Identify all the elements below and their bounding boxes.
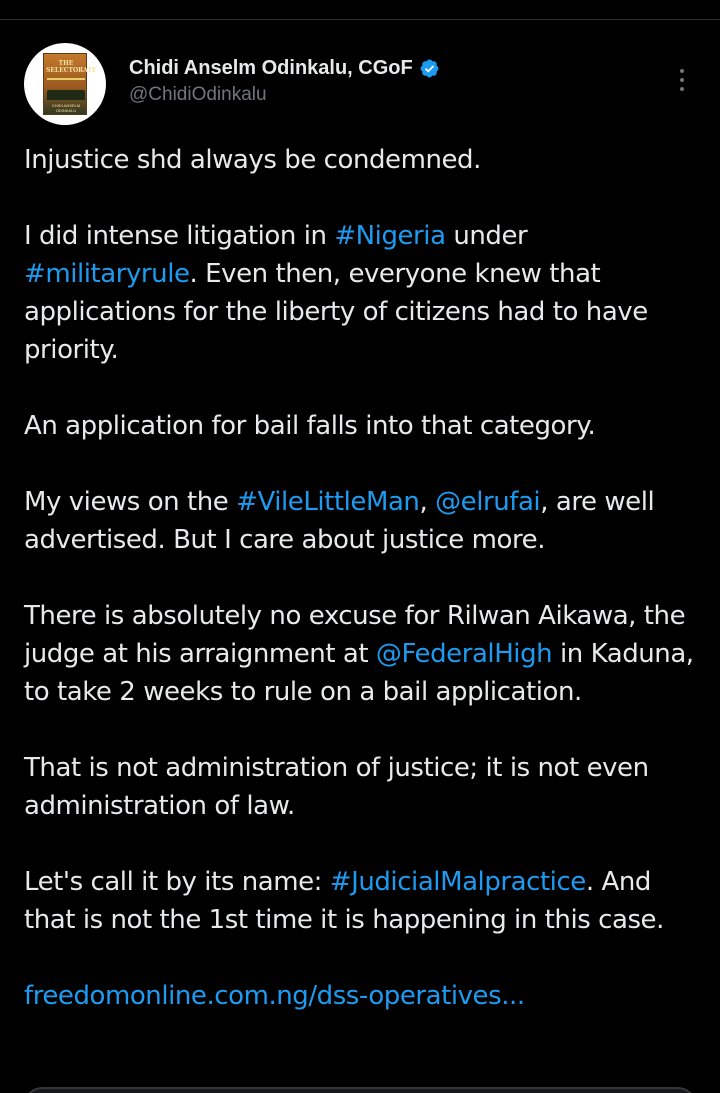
avatar-book-art [47,90,85,100]
hashtag-link[interactable]: #militaryrule [24,259,190,289]
author-names: Chidi Anselm Odinkalu, CGoF @ChidiOdinka… [129,55,440,106]
hashtag-link[interactable]: #JudicialMalpractice [330,867,587,897]
text-run: under [445,221,528,251]
text-run: Let's call it by its name: [24,867,330,897]
paragraph: Let's call it by its name: #JudicialMalp… [24,863,696,939]
handle[interactable]: @ChidiOdinkalu [129,84,440,106]
tweet-view: THE SELECTORATE CHIDI ANSELM ODINKALU Ch… [0,0,720,1093]
text-run: , [419,487,436,517]
more-dot [680,87,684,91]
paragraph: There is absolutely no excuse for Rilwan… [24,597,696,711]
more-dot [680,69,684,73]
paragraph: I did intense litigation in #Nigeria und… [24,217,696,369]
paragraph: That is not administration of justice; i… [24,753,649,821]
mention-link[interactable]: @FederalHigh [376,639,553,669]
paragraph: An application for bail falls into that … [24,411,596,441]
mention-link[interactable]: @elrufai [435,487,541,517]
url-link[interactable]: freedomonline.com.ng/dss-operatives... [24,977,696,1015]
tweet-header: THE SELECTORATE CHIDI ANSELM ODINKALU Ch… [24,43,696,125]
display-name[interactable]: Chidi Anselm Odinkalu, CGoF [129,57,413,80]
tweet-body: Injustice shd always be condemned. I did… [24,141,696,1015]
avatar[interactable]: THE SELECTORATE CHIDI ANSELM ODINKALU [24,43,106,125]
avatar-book-title: THE SELECTORATE [46,60,97,74]
text-run: My views on the [24,487,237,517]
divider [0,19,720,20]
paragraph: My views on the #VileLittleMan, @elrufai… [24,483,696,559]
avatar-book-cover: THE SELECTORATE CHIDI ANSELM ODINKALU [43,53,97,115]
link-preview-card[interactable] [24,1087,696,1093]
display-name-row: Chidi Anselm Odinkalu, CGoF [129,55,440,81]
more-options-icon[interactable] [669,63,695,97]
verified-badge-icon[interactable] [419,58,440,79]
avatar-book-band [47,78,85,80]
hashtag-link[interactable]: #VileLittleMan [236,487,420,517]
avatar-book-author: CHIDI ANSELM ODINKALU [51,103,81,113]
more-dot [680,78,684,82]
hashtag-link[interactable]: #Nigeria [334,221,446,251]
paragraph: Injustice shd always be condemned. [24,145,481,175]
text-run: I did intense litigation in [24,221,335,251]
